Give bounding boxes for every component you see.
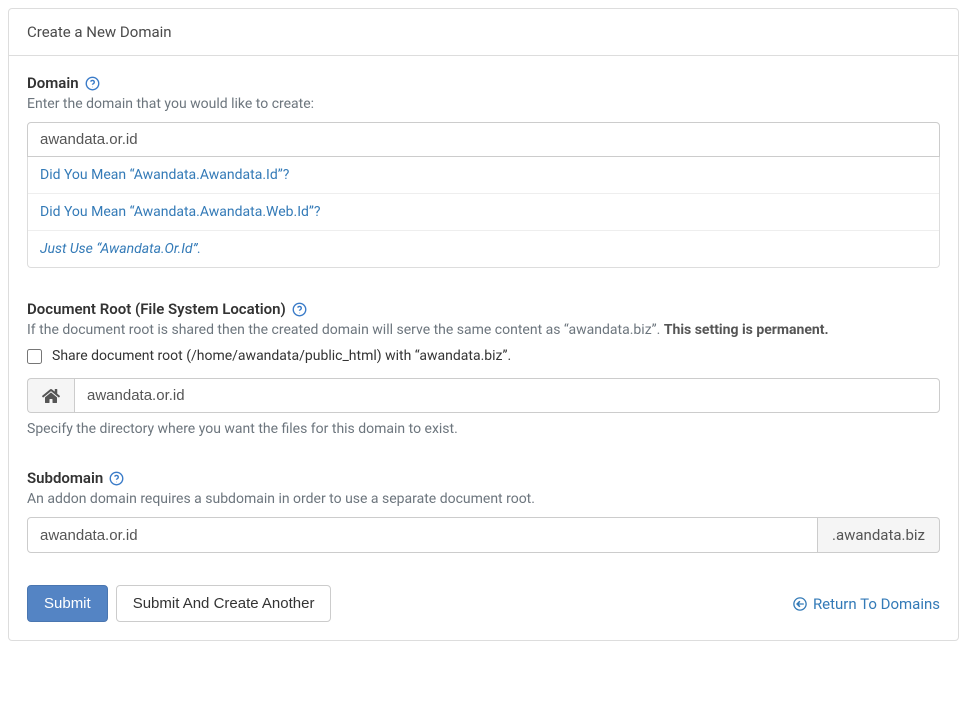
domain-suggestion-2[interactable]: Just Use “Awandata.Or.Id”. <box>28 231 939 267</box>
create-domain-panel: Create a New Domain Domain Enter the dom… <box>8 8 959 641</box>
docroot-after-hint: Specify the directory where you want the… <box>27 421 940 437</box>
subdomain-section: Subdomain An addon domain requires a sub… <box>27 469 940 553</box>
help-icon[interactable] <box>109 471 124 486</box>
subdomain-input-group: .awandata.biz <box>27 517 940 553</box>
home-icon <box>42 388 60 404</box>
docroot-hint-prefix: If the document root is shared then the … <box>27 322 664 338</box>
domain-label: Domain <box>27 74 79 92</box>
subdomain-hint: An addon domain requires a subdomain in … <box>27 491 940 507</box>
help-icon[interactable] <box>292 302 307 317</box>
home-icon-addon <box>27 378 74 413</box>
domain-section: Domain Enter the domain that you would l… <box>27 74 940 268</box>
help-icon[interactable] <box>85 76 100 91</box>
domain-suggestions: Did You Mean “Awandata.Awandata.Id”?Did … <box>27 157 940 268</box>
docroot-label: Document Root (File System Location) <box>27 300 286 318</box>
share-docroot-row[interactable]: Share document root (/home/awandata/publ… <box>27 348 940 364</box>
docroot-input[interactable] <box>74 378 940 413</box>
docroot-hint: If the document root is shared then the … <box>27 322 940 338</box>
button-row: Submit Submit And Create Another Return … <box>27 585 940 622</box>
subdomain-label: Subdomain <box>27 469 103 487</box>
button-group: Submit Submit And Create Another <box>27 585 331 622</box>
docroot-input-group <box>27 378 940 413</box>
return-link-label: Return To Domains <box>813 595 940 613</box>
subdomain-label-row: Subdomain <box>27 469 124 487</box>
share-docroot-checkbox[interactable] <box>27 349 42 364</box>
return-icon <box>793 597 807 611</box>
subdomain-suffix: .awandata.biz <box>818 517 940 553</box>
domain-label-row: Domain <box>27 74 100 92</box>
domain-hint: Enter the domain that you would like to … <box>27 96 940 112</box>
docroot-section: Document Root (File System Location) If … <box>27 300 940 437</box>
share-docroot-label: Share document root (/home/awandata/publ… <box>52 348 511 364</box>
docroot-label-row: Document Root (File System Location) <box>27 300 307 318</box>
panel-body: Domain Enter the domain that you would l… <box>9 56 958 640</box>
return-link[interactable]: Return To Domains <box>793 595 940 613</box>
domain-suggestion-0[interactable]: Did You Mean “Awandata.Awandata.Id”? <box>28 157 939 194</box>
subdomain-input[interactable] <box>27 517 818 553</box>
docroot-hint-bold: This setting is permanent. <box>664 322 829 338</box>
domain-input[interactable] <box>27 122 940 157</box>
domain-suggestion-1[interactable]: Did You Mean “Awandata.Awandata.Web.Id”? <box>28 194 939 231</box>
submit-button[interactable]: Submit <box>27 585 108 622</box>
submit-another-button[interactable]: Submit And Create Another <box>116 585 332 622</box>
panel-title: Create a New Domain <box>9 9 958 56</box>
